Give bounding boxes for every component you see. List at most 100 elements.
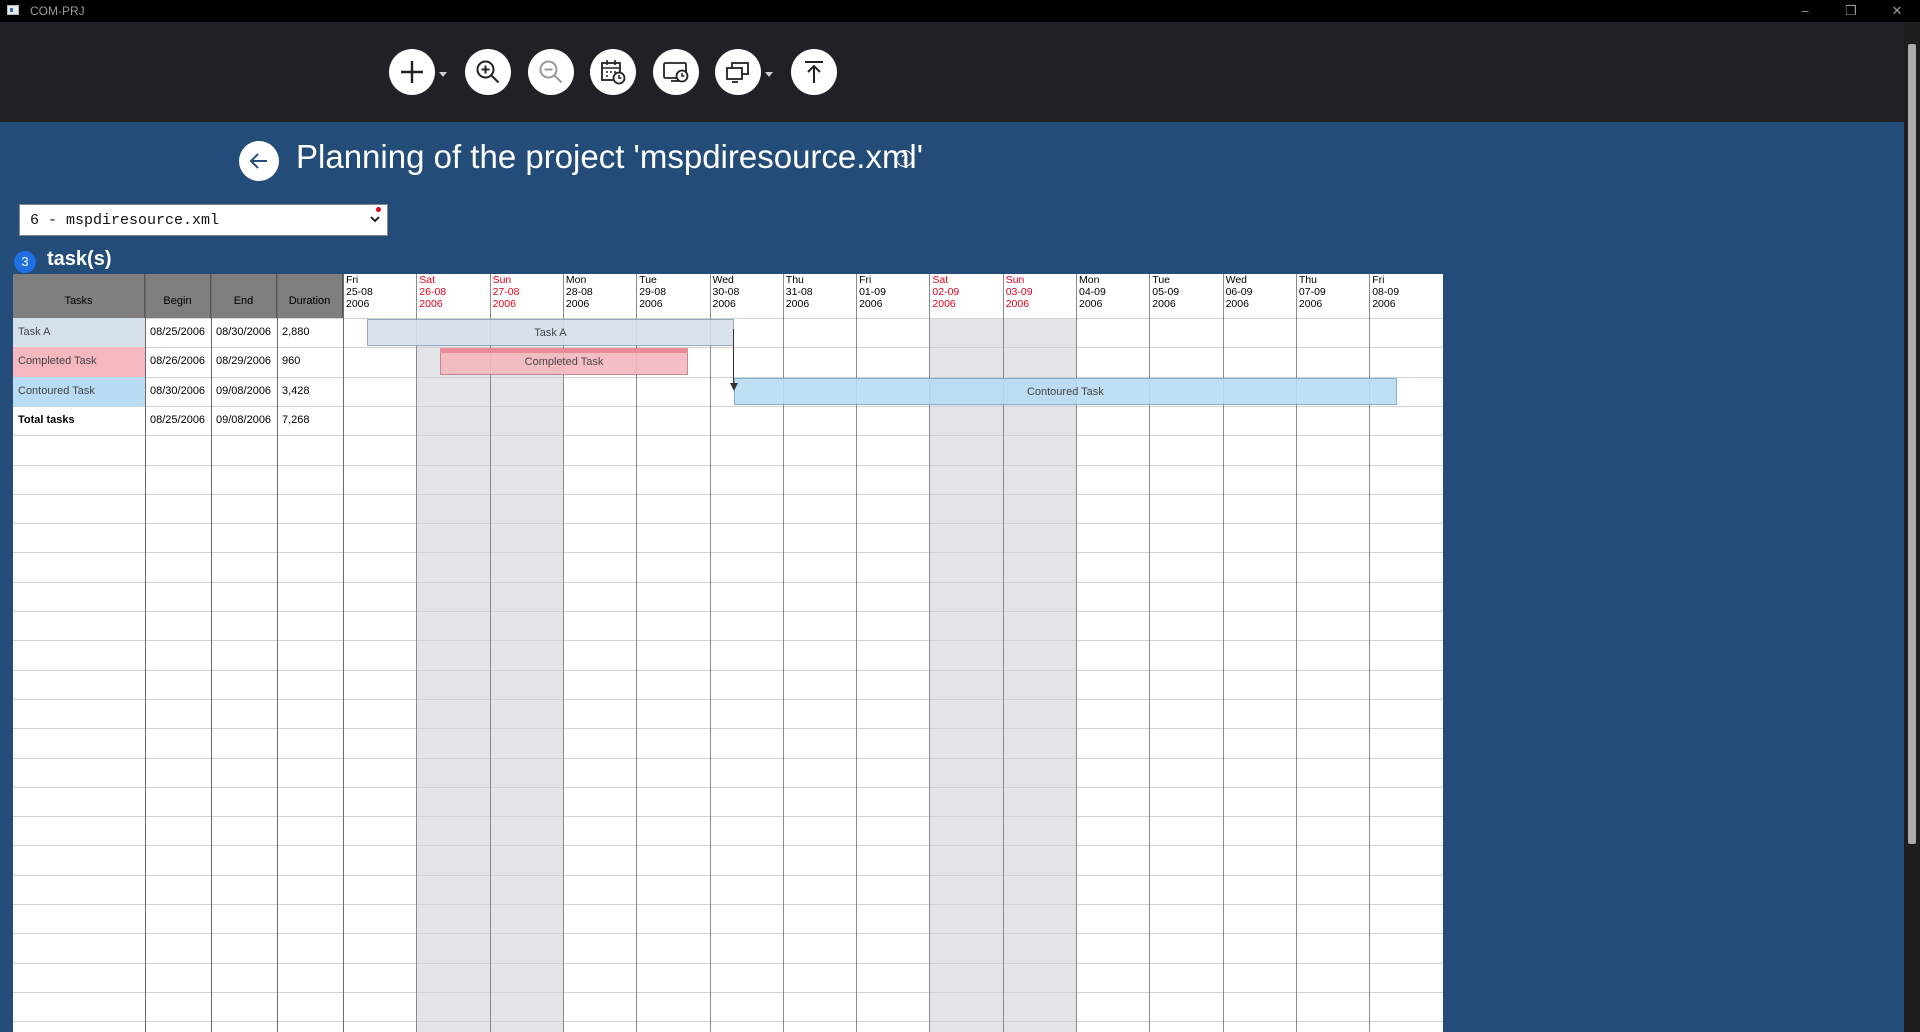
day-header-dow: Sat bbox=[932, 274, 949, 286]
timeline-day-header: Fri 25-08 2006 bbox=[343, 274, 416, 318]
window-titlebar: COM-PRJ – ❐ ✕ bbox=[0, 0, 1920, 22]
day-header-dow: Tue bbox=[1152, 274, 1171, 286]
toolbar bbox=[0, 22, 1904, 122]
calendar-button[interactable] bbox=[590, 49, 636, 95]
project-select[interactable]: 6 - mspdiresource.xml bbox=[19, 204, 388, 236]
day-header-date: 27-08 bbox=[492, 286, 520, 298]
day-header-dow: Fri bbox=[1372, 274, 1385, 286]
task-name-cell[interactable]: Total tasks bbox=[13, 406, 145, 435]
column-header-end[interactable]: End bbox=[211, 274, 277, 318]
day-header-year: 2006 bbox=[1372, 298, 1396, 310]
screens-icon bbox=[726, 62, 749, 83]
task-duration-cell: 7,268 bbox=[282, 413, 310, 426]
grid-row-line bbox=[13, 845, 1443, 847]
column-header-tasks[interactable]: Tasks bbox=[13, 274, 145, 318]
upload-button[interactable] bbox=[791, 49, 837, 95]
grid-row-line bbox=[13, 640, 1443, 642]
help-icon[interactable]: ? bbox=[896, 150, 913, 167]
column-header-duration[interactable]: Duration bbox=[277, 274, 343, 318]
day-header-date: 31-08 bbox=[785, 286, 813, 298]
gantt-bar[interactable]: Contoured Task bbox=[733, 377, 1398, 405]
app-icon bbox=[7, 5, 19, 15]
task-end-cell: 09/08/2006 bbox=[216, 384, 272, 397]
screens-button[interactable] bbox=[715, 49, 761, 95]
zoom-in-button[interactable] bbox=[465, 49, 511, 95]
task-end-cell: 08/29/2006 bbox=[216, 355, 272, 368]
task-begin-cell: 08/30/2006 bbox=[150, 384, 206, 397]
task-name-cell[interactable]: Contoured Task bbox=[13, 376, 145, 406]
timeline-day-header: Sat 02-09 2006 bbox=[929, 274, 1002, 318]
grid-row-line bbox=[13, 523, 1443, 525]
close-button[interactable]: ✕ bbox=[1874, 0, 1920, 22]
grid-column-line bbox=[343, 274, 344, 1032]
calendar-clock-icon bbox=[601, 60, 626, 85]
gantt-bar[interactable]: Task A bbox=[367, 319, 734, 346]
task-count-label: task(s) bbox=[47, 248, 112, 270]
day-header-dow: Sat bbox=[419, 274, 436, 286]
task-duration-cell: 3,428 bbox=[282, 384, 310, 397]
task-name-cell[interactable]: Completed Task bbox=[13, 347, 145, 377]
day-header-date: 06-09 bbox=[1225, 286, 1253, 298]
day-header-date: 30-08 bbox=[712, 286, 740, 298]
task-count-badge: 3 bbox=[14, 251, 36, 273]
zoom-in-icon bbox=[476, 60, 500, 84]
chevron-down-icon bbox=[370, 216, 380, 223]
weekend-shading bbox=[416, 318, 490, 1032]
timeline-day-header: Wed 30-08 2006 bbox=[710, 274, 783, 318]
grid-row-line bbox=[13, 493, 1443, 495]
day-header-year: 2006 bbox=[1298, 298, 1323, 310]
window-title: COM-PRJ bbox=[30, 4, 85, 18]
scrollbar-thumb[interactable] bbox=[1908, 44, 1916, 844]
grid-day-line bbox=[416, 274, 418, 1032]
timeline-day-header: Thu 31-08 2006 bbox=[783, 274, 856, 318]
day-header-dow: Wed bbox=[712, 274, 734, 286]
screens-dropdown-caret[interactable] bbox=[765, 72, 773, 77]
weekend-shading bbox=[489, 318, 563, 1032]
day-header-dow: Thu bbox=[1298, 274, 1317, 286]
timeline-day-header: Mon 28-08 2006 bbox=[563, 274, 636, 318]
add-button[interactable] bbox=[389, 49, 435, 95]
add-dropdown-caret[interactable] bbox=[439, 72, 447, 77]
task-begin-cell: 08/25/2006 bbox=[150, 413, 206, 426]
task-end-cell: 09/08/2006 bbox=[216, 413, 272, 426]
day-header-dow: Wed bbox=[1225, 274, 1247, 286]
weekend-shading bbox=[1002, 318, 1076, 1032]
minimize-button[interactable]: – bbox=[1782, 0, 1828, 22]
restore-button[interactable]: ❐ bbox=[1828, 0, 1874, 22]
grid-row-line bbox=[13, 611, 1443, 612]
day-header-year: 2006 bbox=[419, 298, 443, 310]
day-header-date: 25-08 bbox=[346, 286, 373, 298]
required-indicator bbox=[376, 207, 381, 212]
task-begin-cell: 08/26/2006 bbox=[150, 355, 206, 368]
display-clock-button[interactable] bbox=[653, 49, 699, 95]
display-clock-icon bbox=[663, 62, 689, 83]
task-name-cell[interactable]: Task A bbox=[13, 318, 145, 348]
grid-row-line bbox=[13, 816, 1443, 818]
grid-row-line bbox=[13, 464, 1443, 466]
day-header-date: 07-09 bbox=[1298, 286, 1326, 298]
day-header-year: 2006 bbox=[932, 298, 956, 310]
grid-row-line bbox=[13, 1021, 1443, 1023]
timeline-day-header: Fri 08-09 2006 bbox=[1369, 274, 1442, 318]
grid-row-line bbox=[13, 933, 1443, 935]
day-header-year: 2006 bbox=[1005, 298, 1030, 310]
grid-row-line bbox=[13, 991, 1443, 993]
column-header-begin[interactable]: Begin bbox=[145, 274, 211, 318]
timeline-day-header: Thu 07-09 2006 bbox=[1296, 274, 1369, 318]
back-button[interactable] bbox=[239, 141, 279, 181]
day-header-date: 04-09 bbox=[1079, 286, 1106, 298]
day-header-date: 26-08 bbox=[419, 286, 447, 298]
day-header-date: 08-09 bbox=[1372, 286, 1400, 298]
day-header-dow: Sun bbox=[492, 274, 512, 286]
day-header-year: 2006 bbox=[859, 298, 883, 310]
vertical-scrollbar[interactable] bbox=[1904, 22, 1920, 1032]
grid-row-line bbox=[13, 728, 1443, 730]
zoom-out-button[interactable] bbox=[528, 49, 574, 95]
day-header-dow: Thu bbox=[785, 274, 804, 286]
day-header-year: 2006 bbox=[1152, 298, 1176, 310]
day-header-date: 03-09 bbox=[1005, 286, 1033, 298]
day-header-date: 28-08 bbox=[565, 286, 593, 298]
day-header-year: 2006 bbox=[565, 298, 590, 310]
task-begin-cell: 08/25/2006 bbox=[150, 326, 206, 338]
weekend-shading bbox=[929, 318, 1003, 1032]
